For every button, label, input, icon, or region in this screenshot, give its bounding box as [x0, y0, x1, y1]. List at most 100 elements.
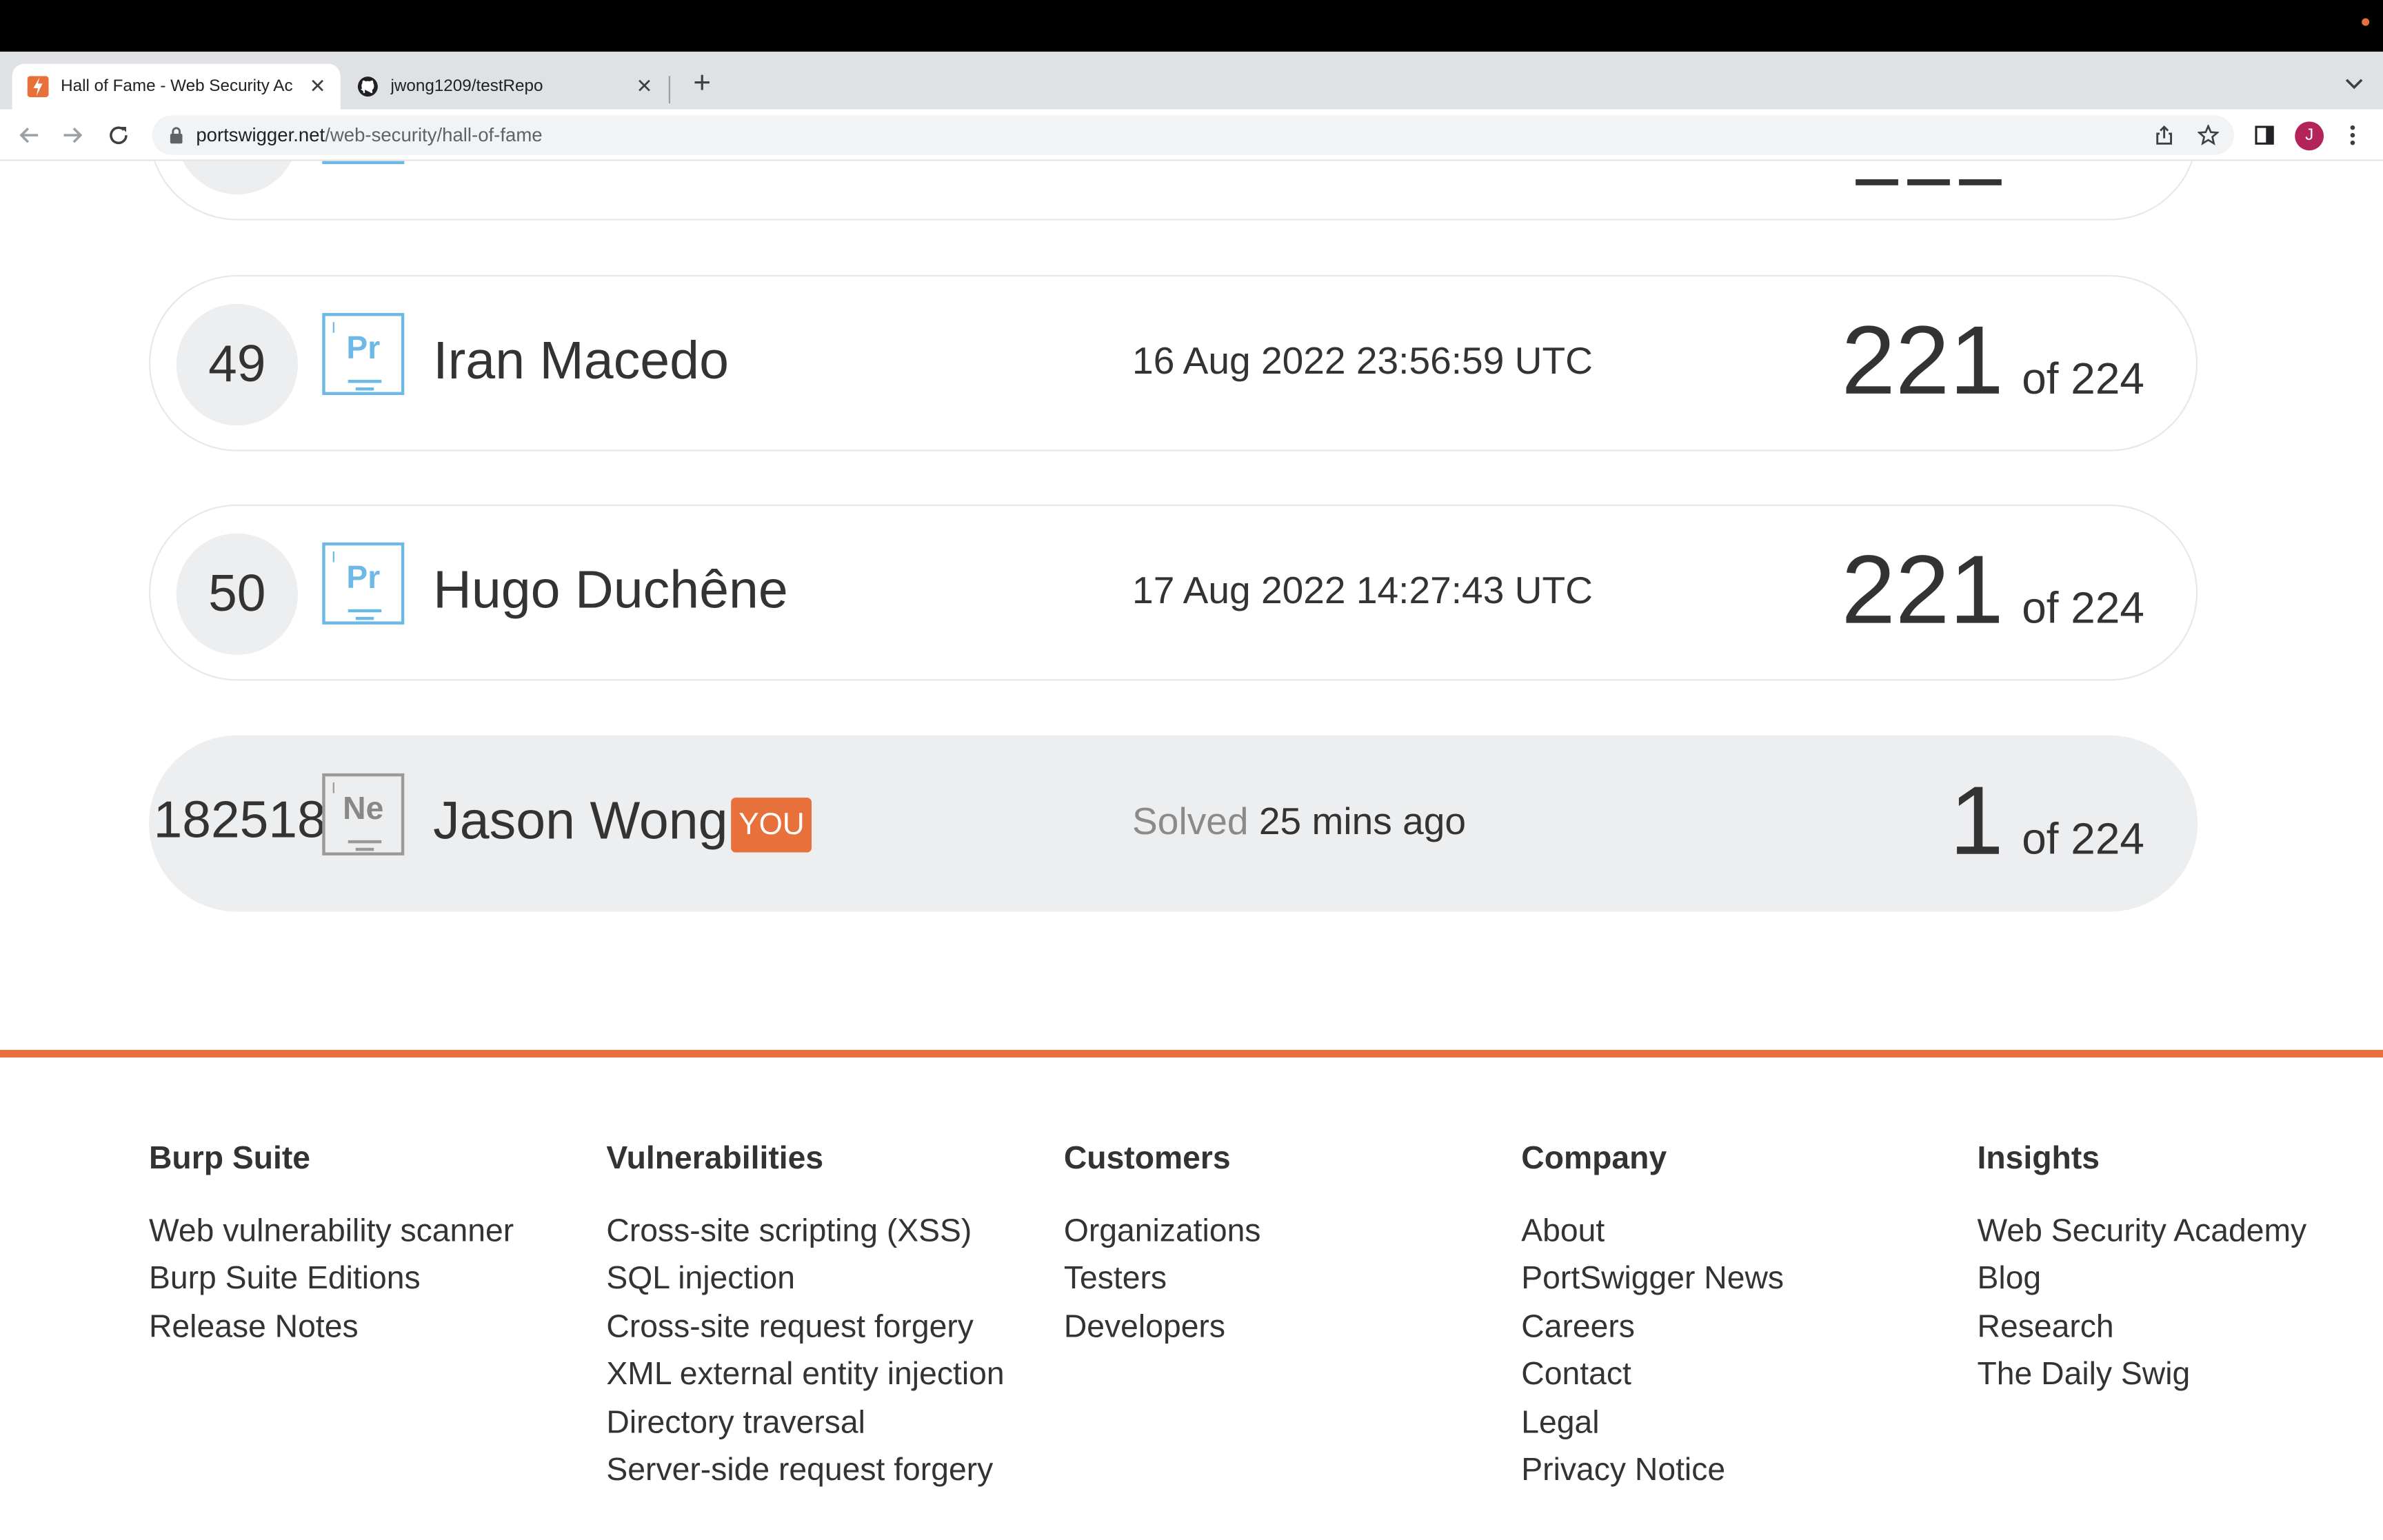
forward-arrow-icon[interactable]: [61, 123, 85, 148]
badge-symbol: Pr: [346, 331, 381, 367]
solved-count: 221: [1841, 305, 2004, 415]
footer-column-insights: Insights Web Security Academy Blog Resea…: [1978, 1141, 2307, 1399]
element-badge: Pr: [322, 542, 405, 625]
current-user-row: 182518 Ne Jason Wong YOU Solved 25 mins …: [149, 735, 2198, 912]
tab-title: jwong1209/testRepo: [390, 77, 543, 96]
reload-icon[interactable]: [106, 123, 130, 148]
you-badge: YOU: [731, 798, 812, 853]
footer-link[interactable]: XML external entity injection: [606, 1351, 1004, 1399]
footer-link[interactable]: Web Security Academy: [1978, 1208, 2307, 1255]
footer-link[interactable]: The Daily Swig: [1978, 1351, 2307, 1399]
user-name: Jason Wong: [433, 791, 728, 851]
score: 221 of 224: [1841, 536, 2144, 642]
footer-link[interactable]: Blog: [1978, 1255, 2307, 1303]
browser-window: Hall of Fame - Web Security Ac ✕ jwong12…: [0, 0, 2383, 1539]
kebab-menu-icon[interactable]: [2342, 123, 2364, 148]
tab-github-repo[interactable]: jwong1209/testRepo ✕: [342, 64, 667, 110]
footer-link[interactable]: Testers: [1064, 1255, 1261, 1303]
tab-title: Hall of Fame - Web Security Ac: [61, 77, 293, 96]
menu-bar: [0, 0, 2383, 52]
user-name: Iran Macedo: [433, 331, 730, 391]
footer-link[interactable]: Research: [1978, 1304, 2307, 1351]
footer-column-vulnerabilities: Vulnerabilities Cross-site scripting (XS…: [606, 1141, 1004, 1494]
footer-heading: Vulnerabilities: [606, 1141, 824, 1176]
completion-date: 17 Aug 2022 14:27:43 UTC: [1132, 569, 1593, 613]
close-icon[interactable]: ✕: [634, 74, 655, 99]
footer-link[interactable]: Contact: [1521, 1351, 1784, 1399]
new-tab-icon[interactable]: +: [685, 67, 718, 100]
share-icon[interactable]: [2153, 125, 2175, 146]
footer-heading: Insights: [1977, 1141, 2100, 1176]
footer-link[interactable]: Server-side request forgery: [606, 1446, 1004, 1494]
close-icon[interactable]: ✕: [307, 74, 328, 99]
footer-link[interactable]: About: [1521, 1208, 1784, 1255]
address-bar[interactable]: portswigger.net/web-security/hall-of-fam…: [152, 115, 2235, 155]
footer-link[interactable]: Privacy Notice: [1521, 1446, 1784, 1494]
footer-link[interactable]: Burp Suite Editions: [149, 1255, 514, 1303]
solved-count: 221: [1841, 534, 2004, 645]
url-text: portswigger.net/web-security/hall-of-fam…: [196, 125, 542, 146]
chevron-down-icon[interactable]: [2344, 73, 2365, 94]
tab-strip: Hall of Fame - Web Security Ac ✕ jwong12…: [0, 51, 2383, 110]
solved-prefix: Solved: [1132, 800, 1249, 844]
footer-link[interactable]: Cross-site request forgery: [606, 1304, 1004, 1351]
badge-underline: [348, 840, 382, 843]
url-domain: portswigger.net: [196, 124, 325, 146]
rank-number: 50: [176, 533, 299, 655]
footer-heading: Customers: [1063, 1141, 1231, 1176]
badge-underline: [355, 387, 374, 390]
score: 1 of 224: [1949, 767, 2144, 873]
hall-of-fame-page: 49 Pr Iran Macedo 16 Aug 2022 23:56:59 U…: [0, 161, 2383, 1539]
rank-circle: [176, 161, 299, 195]
leaderboard-row: 49 Pr Iran Macedo 16 Aug 2022 23:56:59 U…: [149, 274, 2198, 452]
element-badge: [322, 161, 405, 165]
footer-column-company: Company About PortSwigger News Careers C…: [1521, 1141, 1784, 1494]
tab-divider: [668, 76, 671, 103]
footer-link[interactable]: Release Notes: [149, 1304, 514, 1351]
badge-underline: [348, 609, 382, 612]
total-count: of 224: [2022, 815, 2144, 865]
score-digits-cropped: [1856, 179, 2002, 185]
footer-link[interactable]: Organizations: [1064, 1208, 1261, 1255]
user-name: Hugo Duchêne: [433, 560, 788, 620]
footer-link[interactable]: Legal: [1521, 1399, 1784, 1446]
solved-when: 25 mins ago: [1258, 800, 1467, 844]
completion-date: 16 Aug 2022 23:56:59 UTC: [1132, 340, 1593, 383]
solved-time: Solved 25 mins ago: [1132, 801, 1466, 845]
solved-count: 1: [1949, 765, 2004, 875]
url-path: /web-security/hall-of-fame: [325, 124, 543, 146]
footer-link[interactable]: Developers: [1064, 1304, 1261, 1351]
badge-underline: [348, 380, 382, 383]
footer-link[interactable]: PortSwigger News: [1521, 1255, 1784, 1303]
footer-heading: Company: [1521, 1141, 1667, 1176]
rank-number: 182518: [153, 791, 326, 850]
footer-link[interactable]: Directory traversal: [606, 1399, 1004, 1446]
profile-avatar[interactable]: J: [2295, 121, 2324, 151]
leaderboard-row-partial: [149, 161, 2198, 221]
github-icon: [357, 77, 378, 97]
leaderboard-row: 50 Pr Hugo Duchêne 17 Aug 2022 14:27:43 …: [149, 504, 2198, 681]
footer-column-burp-suite: Burp Suite Web vulnerability scanner Bur…: [149, 1141, 514, 1351]
badge-symbol: Pr: [346, 560, 381, 596]
element-badge: Ne: [322, 773, 405, 855]
element-badge: Pr: [322, 313, 405, 396]
tab-hall-of-fame[interactable]: Hall of Fame - Web Security Ac ✕: [12, 63, 341, 110]
back-arrow-icon[interactable]: [17, 123, 41, 148]
lock-icon[interactable]: [167, 126, 185, 144]
side-panel-icon[interactable]: [2254, 125, 2275, 146]
footer-column-customers: Customers Organizations Testers Develope…: [1064, 1141, 1261, 1351]
bookmark-star-icon[interactable]: [2198, 124, 2219, 146]
badge-underline: [355, 616, 374, 620]
footer-heading: Burp Suite: [149, 1141, 311, 1176]
rank-number: 49: [176, 303, 299, 426]
total-count: of 224: [2022, 355, 2144, 405]
badge-symbol: Ne: [343, 791, 384, 827]
badge-underline: [355, 847, 374, 851]
footer-link[interactable]: Careers: [1521, 1304, 1784, 1351]
footer-link[interactable]: Cross-site scripting (XSS): [606, 1208, 1004, 1255]
footer-link[interactable]: SQL injection: [606, 1255, 1004, 1303]
footer-divider: [0, 1050, 2383, 1058]
score: 221 of 224: [1841, 307, 2144, 413]
footer-link[interactable]: Web vulnerability scanner: [149, 1208, 514, 1255]
browser-toolbar: portswigger.net/web-security/hall-of-fam…: [0, 109, 2383, 161]
